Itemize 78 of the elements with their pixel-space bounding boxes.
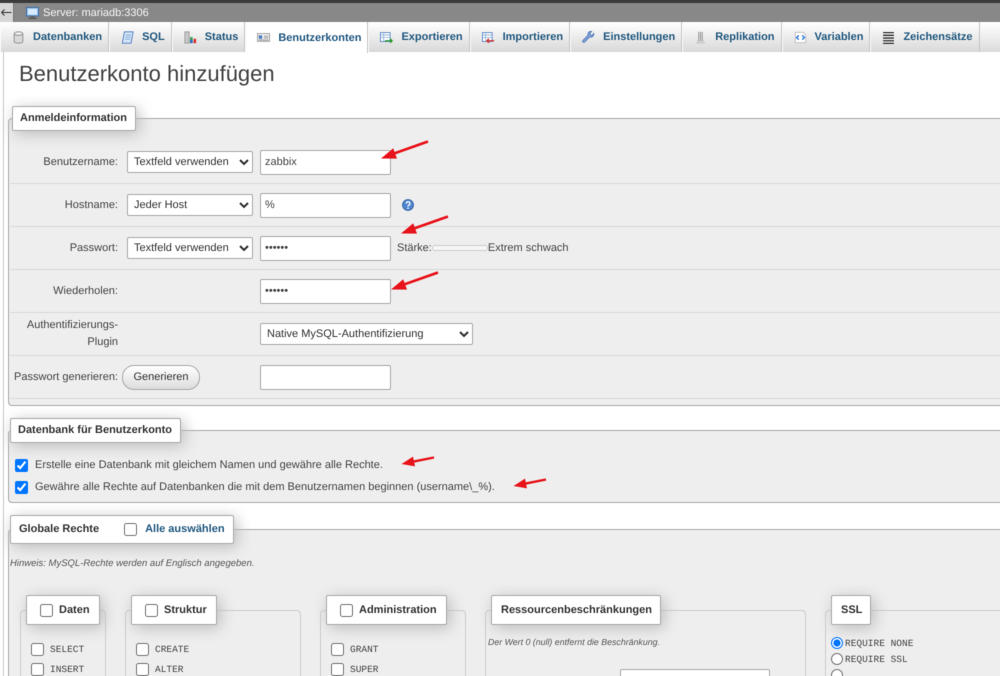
group-title-text: SSL — [841, 603, 862, 617]
radio-button[interactable] — [831, 637, 843, 649]
bar-chart-icon — [184, 30, 197, 44]
arrow-left-icon — [1, 9, 12, 16]
select-all-label[interactable]: Alle auswählen — [145, 523, 225, 536]
field-label: Passwort generieren: — [14, 370, 118, 384]
checkbox[interactable] — [124, 523, 138, 536]
vertical-lines-icon — [694, 30, 708, 44]
tab[interactable]: Datenbanken — [0, 22, 110, 52]
table-arrow-icon — [482, 30, 495, 44]
section-title-text: Globale Rechte — [19, 523, 100, 536]
text-lines-icon — [882, 30, 896, 44]
privilege-label[interactable]: GRANT — [350, 644, 379, 654]
checkbox[interactable] — [15, 480, 28, 494]
tab[interactable]: SQL — [109, 22, 172, 52]
monitor-icon — [26, 6, 39, 18]
checkbox[interactable] — [145, 604, 158, 616]
help-icon[interactable] — [402, 199, 414, 211]
scroll-icon — [121, 30, 134, 44]
group-title-text: Struktur — [164, 603, 207, 617]
tab[interactable]: Exportieren — [368, 22, 470, 52]
radio-label[interactable]: REQUIRE SSL — [845, 654, 908, 664]
input-field[interactable]: zabbix — [260, 150, 391, 174]
dropdown[interactable]: Native MySQL-Authentifizierung — [260, 323, 473, 345]
code-file-icon — [794, 30, 807, 44]
table-arrow-icon — [380, 30, 394, 44]
radio-button[interactable] — [831, 653, 843, 665]
tab[interactable]: Einstellungen — [570, 22, 682, 52]
checkbox[interactable] — [31, 662, 44, 676]
group-title-text: Administration — [359, 603, 437, 617]
field-label: Wiederholen: — [53, 284, 118, 298]
input-field[interactable] — [260, 364, 391, 390]
checkbox[interactable] — [136, 662, 149, 676]
input-field[interactable]: •••••• — [260, 236, 391, 260]
privilege-label[interactable]: ALTER — [155, 664, 184, 674]
id-card-icon — [257, 31, 270, 44]
input-field[interactable]: % — [260, 192, 391, 218]
tab[interactable]: Status — [172, 22, 246, 52]
hint-text: Der Wert 0 (null) entfernt die Beschränkung. — [488, 636, 660, 648]
section-title: Datenbank für Benutzerkonto — [10, 418, 182, 443]
field-label: Authentifizierungs-Plugin — [26, 318, 118, 350]
tab[interactable]: Importieren — [470, 22, 570, 52]
input-field[interactable]: •••••• — [260, 278, 391, 304]
back-button[interactable] — [0, 3, 14, 22]
tab[interactable]: Zeichensätze — [870, 22, 980, 52]
tab[interactable]: Replikation — [682, 22, 782, 52]
dropdown[interactable]: Jeder Host — [127, 194, 253, 216]
section-title: Anmeldeinformation — [12, 106, 136, 131]
generate-button[interactable]: Generieren — [122, 364, 200, 390]
checkbox[interactable] — [15, 458, 28, 472]
privilege-label[interactable]: SUPER — [350, 664, 379, 674]
field-label: Passwort: — [70, 240, 118, 256]
page-title: Benutzerkonto hinzufügen — [18, 60, 276, 87]
privilege-label[interactable]: SELECT — [50, 644, 84, 654]
checkbox[interactable] — [331, 642, 344, 656]
tab[interactable]: Benutzerkonten — [245, 22, 368, 53]
checkbox[interactable] — [331, 662, 344, 676]
privilege-label[interactable]: INSERT — [50, 664, 84, 674]
radio-label[interactable]: REQUIRE NONE — [845, 638, 914, 648]
tab[interactable]: Variablen — [782, 22, 870, 52]
hint-text: Hinweis: MySQL-Rechte werden auf Englisch angegeben. — [10, 558, 254, 570]
checkbox[interactable] — [31, 642, 44, 656]
checkbox[interactable] — [340, 604, 353, 616]
wrench-icon — [582, 30, 596, 44]
strength-text: Extrem schwach — [488, 242, 569, 254]
checkbox-label[interactable]: Gewähre alle Rechte auf Datenbanken die mit dem Benutzernamen beginnen (username\_%). — [35, 481, 495, 493]
strength-label: Stärke: — [397, 242, 432, 254]
dropdown[interactable]: Textfeld verwenden — [127, 237, 253, 259]
group-title-text: Ressourcenbeschränkungen — [501, 603, 652, 617]
group-title-text: Daten — [59, 603, 90, 617]
checkbox-label[interactable]: Erstelle eine Datenbank mit gleichem Namen und gewähre alle Rechte. — [35, 459, 383, 471]
field-label: Benutzername: — [43, 154, 118, 170]
checkbox[interactable] — [40, 604, 53, 616]
privilege-label[interactable]: CREATE — [155, 644, 190, 654]
field-label: Hostname: — [64, 198, 118, 212]
checkbox[interactable] — [136, 642, 149, 656]
database-icon — [12, 30, 25, 44]
dropdown[interactable]: Textfeld verwenden — [127, 151, 253, 173]
